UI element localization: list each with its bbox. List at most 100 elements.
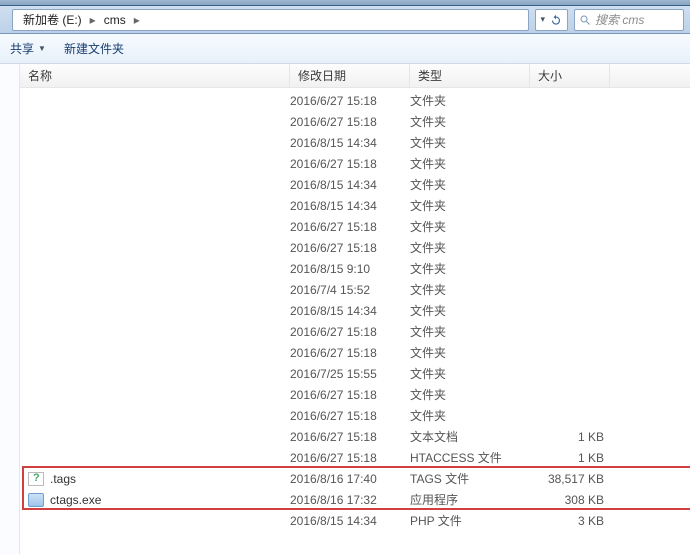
table-row[interactable]: 2016/6/27 15:18文本文档1 KB [20,426,690,447]
history-dropdown-icon[interactable]: ▾ [540,14,545,25]
table-row[interactable]: 2016/8/15 14:34文件夹 [20,195,690,216]
cell-name [20,325,290,339]
cell-name [20,409,290,423]
cell-date: 2016/8/16 17:40 [290,472,410,486]
address-bar: 新加卷 (E:) ▸ cms ▸ ▾ [0,6,690,34]
cell-type: 文件夹 [410,197,530,214]
cell-type: 文件夹 [410,386,530,403]
column-name-label: 名称 [28,67,52,84]
breadcrumb[interactable]: 新加卷 (E:) ▸ cms ▸ [12,9,529,31]
table-row[interactable]: 2016/8/15 14:34PHP 文件3 KB [20,510,690,531]
table-row[interactable]: 2016/6/27 15:18HTACCESS 文件1 KB [20,447,690,468]
breadcrumb-folder[interactable]: cms [98,10,132,30]
cell-name [20,157,290,171]
cell-type: 文件夹 [410,92,530,109]
cell-type: 文件夹 [410,113,530,130]
toolbar: 共享 ▼ 新建文件夹 [0,34,690,64]
table-row[interactable]: .tags 2016/8/16 17:40TAGS 文件38,517 KB [20,468,690,489]
cell-type: TAGS 文件 [410,470,530,487]
table-row[interactable]: 2016/6/27 15:18文件夹 [20,153,690,174]
cell-date: 2016/6/27 15:18 [290,241,410,255]
cell-name [20,304,290,318]
cell-type: 文件夹 [410,134,530,151]
cell-name [20,367,290,381]
cell-date: 2016/8/15 14:34 [290,136,410,150]
cell-type: 文件夹 [410,281,530,298]
cell-type: 文件夹 [410,218,530,235]
cell-size: 38,517 KB [530,472,610,486]
cell-date: 2016/8/16 17:32 [290,493,410,507]
table-row[interactable]: 2016/6/27 15:18文件夹 [20,384,690,405]
table-row[interactable]: 2016/6/27 15:18文件夹 [20,216,690,237]
table-row[interactable]: ctags.exe 2016/8/16 17:32应用程序308 KB [20,489,690,510]
table-row[interactable]: 2016/7/4 15:52文件夹 [20,279,690,300]
table-row[interactable]: 2016/8/15 14:34文件夹 [20,300,690,321]
cell-date: 2016/6/27 15:18 [290,220,410,234]
cell-date: 2016/8/15 14:34 [290,178,410,192]
app-icon [28,493,44,507]
column-size-label: 大小 [538,67,562,84]
cell-type: 文件夹 [410,239,530,256]
file-list: 名称 修改日期 类型 大小 2016/6/27 15:18文件夹2016/6/2… [20,64,690,554]
cell-name [20,262,290,276]
new-folder-button[interactable]: 新建文件夹 [64,40,124,57]
cell-name [20,220,290,234]
table-row[interactable]: 2016/8/15 9:10文件夹 [20,258,690,279]
cell-name [20,451,290,465]
chevron-right-icon[interactable]: ▸ [132,13,142,27]
chevron-right-icon[interactable]: ▸ [88,13,98,27]
share-button[interactable]: 共享 ▼ [10,40,46,57]
cell-type: 文件夹 [410,260,530,277]
cell-name [20,115,290,129]
cell-date: 2016/8/15 14:34 [290,304,410,318]
cell-date: 2016/8/15 14:34 [290,199,410,213]
breadcrumb-drive-label: 新加卷 (E:) [23,11,82,28]
cell-size: 1 KB [530,430,610,444]
cell-type: 文件夹 [410,407,530,424]
refresh-icon[interactable] [549,13,563,27]
cell-name [20,514,290,528]
column-date[interactable]: 修改日期 [290,64,410,87]
column-type[interactable]: 类型 [410,64,530,87]
column-name[interactable]: 名称 [20,64,290,87]
navigation-pane[interactable] [0,64,20,554]
file-name-label: ctags.exe [50,493,101,507]
search-input[interactable] [595,13,679,27]
cell-type: PHP 文件 [410,512,530,529]
cell-type: 应用程序 [410,491,530,508]
cell-date: 2016/6/27 15:18 [290,325,410,339]
cell-date: 2016/6/27 15:18 [290,115,410,129]
table-row[interactable]: 2016/6/27 15:18文件夹 [20,342,690,363]
cell-date: 2016/6/27 15:18 [290,409,410,423]
cell-name [20,199,290,213]
table-row[interactable]: 2016/8/15 14:34文件夹 [20,174,690,195]
cell-size: 3 KB [530,514,610,528]
table-row[interactable]: 2016/8/15 14:34文件夹 [20,132,690,153]
cell-name [20,241,290,255]
table-row[interactable]: 2016/6/27 15:18文件夹 [20,405,690,426]
cell-size: 308 KB [530,493,610,507]
search-box[interactable] [574,9,684,31]
chevron-down-icon: ▼ [38,44,46,53]
column-size[interactable]: 大小 [530,64,610,87]
breadcrumb-drive[interactable]: 新加卷 (E:) [17,10,88,30]
cell-name [20,430,290,444]
cell-type: 文件夹 [410,344,530,361]
share-label: 共享 [10,40,34,57]
table-row[interactable]: 2016/6/27 15:18文件夹 [20,237,690,258]
table-row[interactable]: 2016/6/27 15:18文件夹 [20,111,690,132]
new-folder-label: 新建文件夹 [64,40,124,57]
table-row[interactable]: 2016/6/27 15:18文件夹 [20,321,690,342]
table-row[interactable]: 2016/7/25 15:55文件夹 [20,363,690,384]
search-icon [579,14,591,26]
breadcrumb-folder-label: cms [104,13,126,27]
cell-name [20,94,290,108]
cell-date: 2016/6/27 15:18 [290,451,410,465]
cell-name: ctags.exe [20,493,290,507]
cell-type: 文件夹 [410,302,530,319]
cell-date: 2016/6/27 15:18 [290,430,410,444]
file-name-label: .tags [50,472,76,486]
table-row[interactable]: 2016/6/27 15:18文件夹 [20,90,690,111]
cell-type: 文件夹 [410,365,530,382]
column-headers: 名称 修改日期 类型 大小 [20,64,690,88]
